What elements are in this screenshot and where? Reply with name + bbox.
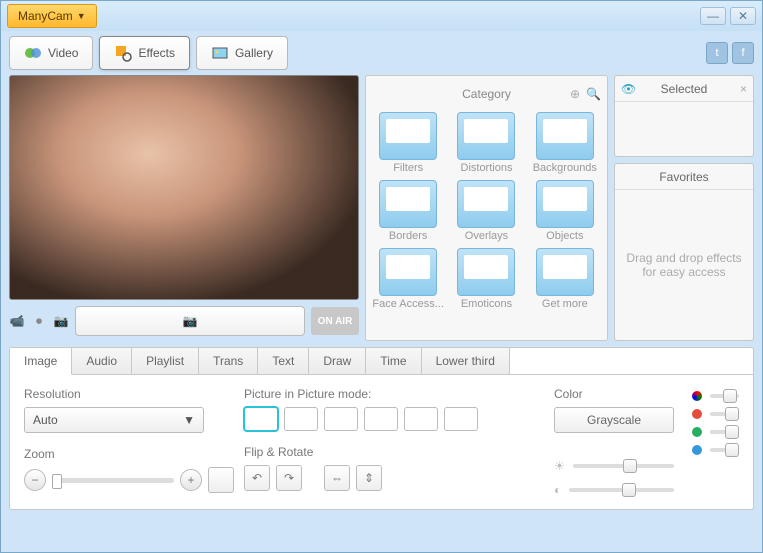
category-backgrounds[interactable]: Backgrounds — [529, 112, 601, 174]
add-category-button[interactable]: ⊕ — [570, 87, 580, 101]
app-title: ManyCam — [18, 9, 73, 23]
twitter-button[interactable]: t — [706, 42, 728, 64]
rotate-right-button[interactable]: ↷ — [276, 465, 302, 491]
category-distortions[interactable]: Distortions — [450, 112, 522, 174]
video-preview — [9, 75, 359, 300]
tab-effects[interactable]: Effects — [99, 36, 189, 70]
category-overlays[interactable]: Overlays — [450, 180, 522, 242]
app-menu-button[interactable]: ManyCam ▼ — [7, 4, 97, 28]
resolution-dropdown[interactable]: Auto ▼ — [24, 407, 204, 433]
lower-tab-audio[interactable]: Audio — [72, 348, 132, 374]
red-icon — [692, 409, 702, 419]
zoom-slider[interactable] — [52, 478, 174, 483]
snapshot-button[interactable]: 📷 — [75, 306, 305, 336]
selected-panel: 👁 Selected × — [614, 75, 754, 157]
green-slider[interactable] — [710, 430, 739, 434]
zoom-out-button[interactable]: − — [24, 469, 46, 491]
tab-gallery[interactable]: Gallery — [196, 36, 288, 70]
pip-label: Picture in Picture mode: — [244, 387, 544, 401]
flip-vertical-button[interactable]: ⇕ — [356, 465, 382, 491]
green-icon — [692, 427, 702, 437]
pip-mode-5[interactable] — [404, 407, 438, 431]
snapshot-icon[interactable]: 📷 — [53, 313, 69, 329]
facebook-button[interactable]: f — [732, 42, 754, 64]
category-get-more[interactable]: Get more — [529, 248, 601, 310]
rgb-slider[interactable] — [710, 394, 739, 398]
color-label: Color — [554, 387, 674, 401]
lower-tab-draw[interactable]: Draw — [309, 348, 366, 374]
minimize-button[interactable]: — — [700, 7, 726, 25]
blue-slider[interactable] — [710, 448, 739, 452]
lower-tab-trans[interactable]: Trans — [199, 348, 258, 374]
contrast-icon: ◐ — [554, 483, 561, 497]
toggle-icon[interactable]: ⏺ — [31, 313, 47, 329]
category-filters[interactable]: Filters — [372, 112, 444, 174]
effects-icon — [114, 44, 132, 62]
favorites-drop-area[interactable]: Drag and drop effects for easy access — [615, 190, 753, 340]
contrast-slider[interactable] — [569, 488, 674, 492]
video-icon — [24, 44, 42, 62]
resolution-label: Resolution — [24, 387, 234, 401]
tab-video[interactable]: Video — [9, 36, 93, 70]
brightness-slider[interactable] — [573, 464, 674, 468]
chevron-down-icon: ▼ — [183, 413, 195, 427]
rotate-left-button[interactable]: ↶ — [244, 465, 270, 491]
pip-mode-3[interactable] — [324, 407, 358, 431]
favorites-panel: Favorites Drag and drop effects for easy… — [614, 163, 754, 341]
flip-label: Flip & Rotate — [244, 445, 544, 459]
blue-icon — [692, 445, 702, 455]
lower-tab-text[interactable]: Text — [258, 348, 309, 374]
close-button[interactable]: ✕ — [730, 7, 756, 25]
lower-tab-lower-third[interactable]: Lower third — [422, 348, 510, 374]
pip-mode-4[interactable] — [364, 407, 398, 431]
zoom-region-button[interactable] — [208, 467, 234, 493]
flip-horizontal-button[interactable]: ⇔ — [324, 465, 350, 491]
gallery-icon — [211, 44, 229, 62]
search-icon[interactable]: 🔍 — [586, 87, 601, 101]
category-panel: Category ⊕ 🔍 Filters Distortions Backgro… — [365, 75, 608, 341]
camera-icon: 📷 — [183, 314, 198, 328]
color-mode-button[interactable]: Grayscale — [554, 407, 674, 433]
pip-mode-2[interactable] — [284, 407, 318, 431]
zoom-in-button[interactable]: + — [180, 469, 202, 491]
pip-mode-1[interactable] — [244, 407, 278, 431]
caret-down-icon: ▼ — [77, 11, 86, 21]
category-emoticons[interactable]: Emoticons — [450, 248, 522, 310]
rgb-icon — [692, 391, 702, 401]
lower-tab-playlist[interactable]: Playlist — [132, 348, 199, 374]
lower-tab-time[interactable]: Time — [366, 348, 421, 374]
red-slider[interactable] — [710, 412, 739, 416]
category-borders[interactable]: Borders — [372, 180, 444, 242]
close-selected-button[interactable]: × — [740, 82, 747, 96]
category-objects[interactable]: Objects — [529, 180, 601, 242]
brightness-icon: ☀ — [554, 459, 565, 473]
lower-tab-image[interactable]: Image — [10, 348, 72, 375]
eye-icon: 👁 — [621, 82, 636, 96]
category-face-access[interactable]: Face Access... — [372, 248, 444, 310]
onair-badge: ON AIR — [311, 307, 359, 335]
pip-mode-6[interactable] — [444, 407, 478, 431]
zoom-label: Zoom — [24, 447, 234, 461]
camera-source-icon[interactable]: 📹 — [9, 313, 25, 329]
category-title: Category — [462, 87, 511, 101]
